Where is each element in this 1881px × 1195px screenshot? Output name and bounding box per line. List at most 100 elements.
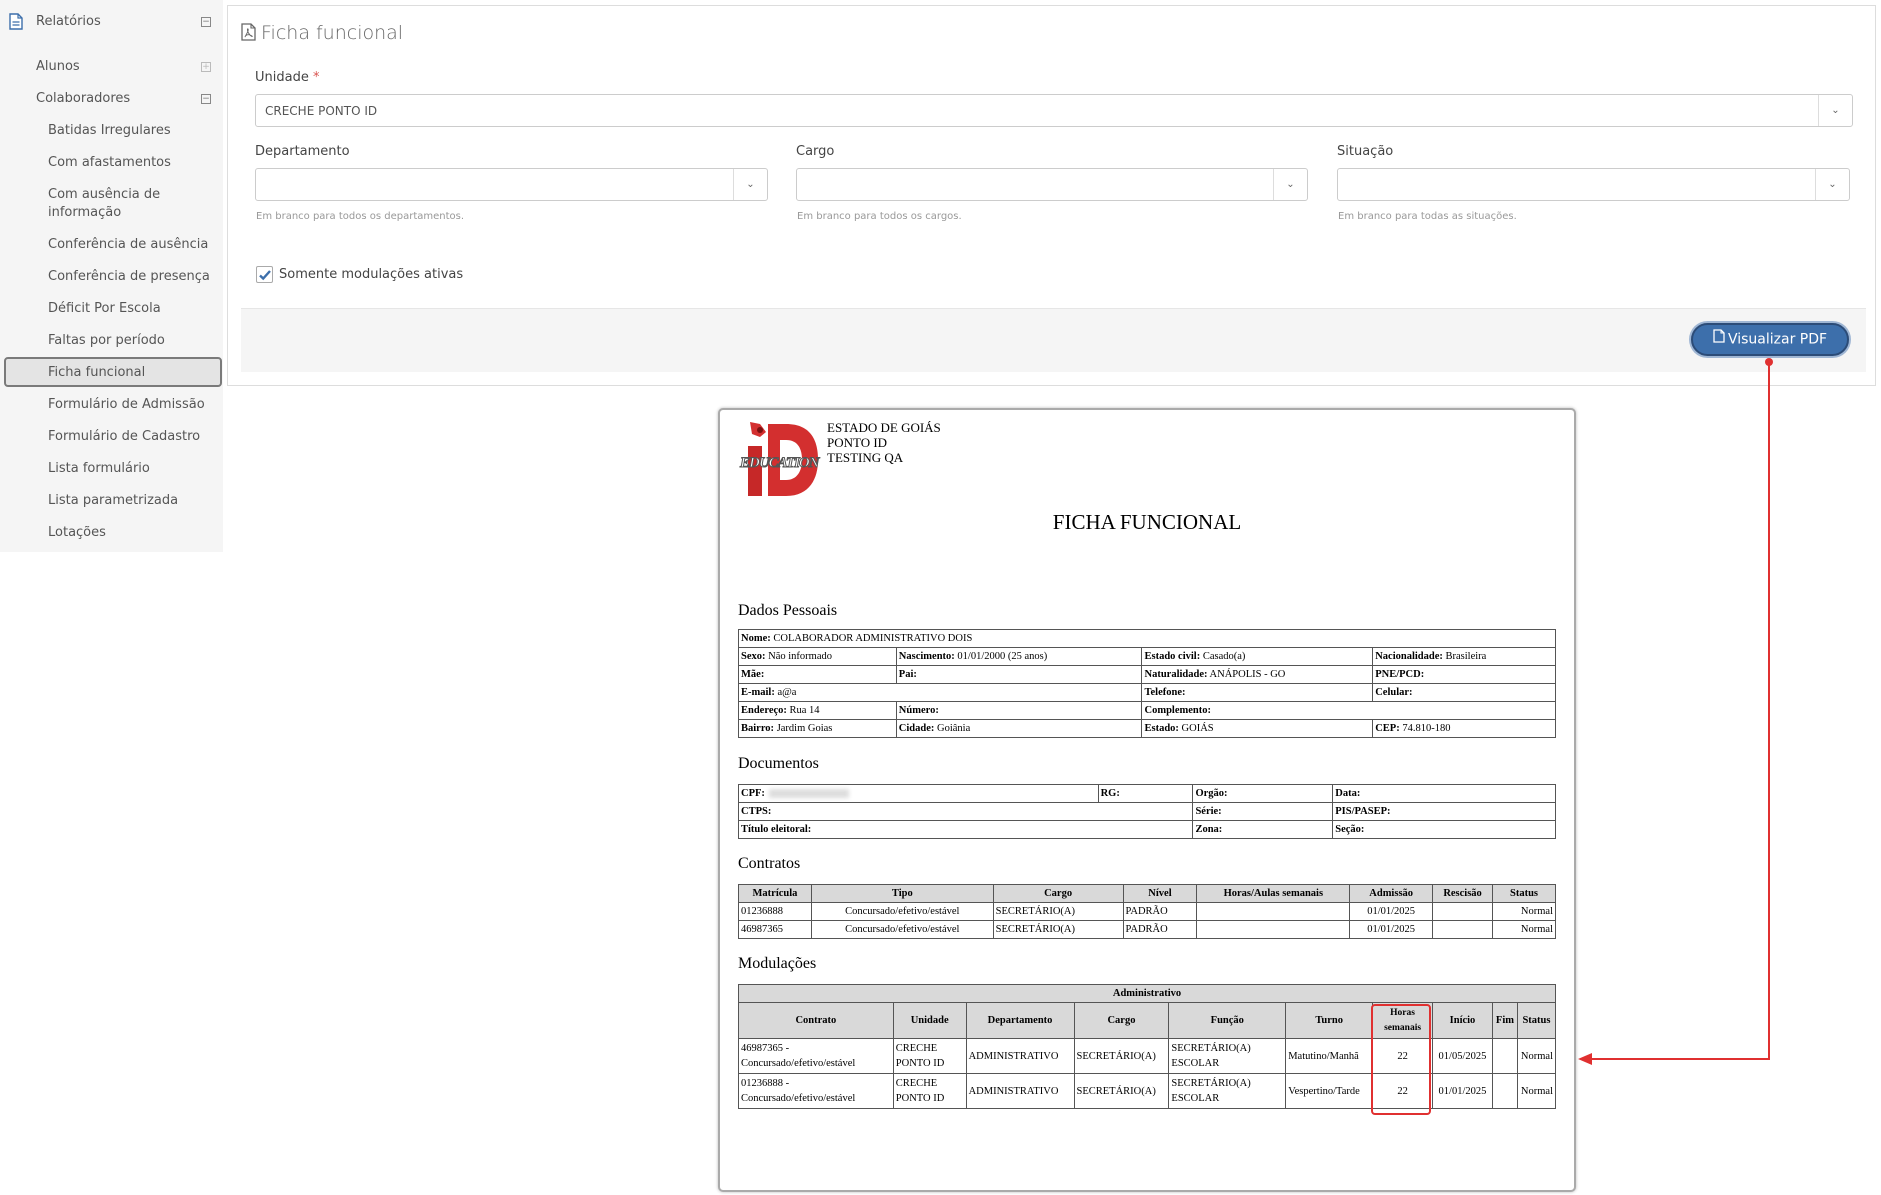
table-cell: SECRETÁRIO(A) [992,920,1124,939]
table-cell [1432,920,1494,939]
sidebar-students[interactable]: Alunos [36,58,80,76]
sidebar-item-afastamentos[interactable]: Com afastamentos [48,154,220,172]
col-header: Cargo [992,884,1124,903]
col-header: Contrato [738,1002,894,1039]
page-title: Ficha funcional [261,22,404,44]
address-label: Endereço: [741,705,787,716]
role-help: Em branco para todos os cargos. [797,211,962,222]
zip-value: 74.810-180 [1402,723,1451,734]
nationality-label: Nacionalidade: [1375,651,1443,662]
sidebar-item-conferencia-ausencia[interactable]: Conferência de ausência [48,236,220,254]
table-cell [1196,920,1351,939]
table-cell: 01/01/2025 [1349,920,1434,939]
expand-icon[interactable]: + [201,62,211,72]
section-contracts: Contratos [738,855,801,872]
collapse-icon[interactable]: − [201,94,211,104]
sidebar-item-lista-formulario[interactable]: Lista formulário [48,460,220,478]
sidebar-item-faltas[interactable]: Faltas por período [48,332,220,350]
table-cell [1491,1038,1518,1074]
report-file-icon [9,13,23,34]
number-label: Número: [898,705,939,716]
cpf-redacted [768,789,849,799]
col-header: Status [1492,884,1556,903]
chevron-down-icon[interactable]: ⌄ [1273,169,1307,200]
sidebar-item-batidas[interactable]: Batidas Irregulares [48,122,220,140]
chevron-down-icon[interactable]: ⌄ [1818,95,1852,126]
name-value: COLABORADOR ADMINISTRATIVO DOIS [773,633,973,644]
marital-label: Estado civil: [1144,651,1201,662]
sidebar-reports[interactable]: Relatórios [36,13,101,31]
col-header: Horas/Aulas semanais [1196,884,1351,903]
header-env: TESTING QA [827,450,904,465]
email-value: a@a [777,687,797,698]
annotation-line-horizontal [1588,1058,1770,1060]
logo-text: EDUCATION [740,455,821,472]
city-value: Goiânia [937,723,971,734]
sidebar-item-deficit[interactable]: Déficit Por Escola [48,300,220,318]
personal-data-table: Nome: COLABORADOR ADMINISTRATIVO DOIS Se… [737,629,1556,738]
col-header: Admissão [1349,884,1434,903]
collapse-icon[interactable]: − [201,17,211,27]
sidebar-item-conferencia-presenca[interactable]: Conferência de presença [48,268,220,286]
table-cell: Normal [1516,1038,1557,1074]
table-cell: 46987365 [738,920,812,939]
sidebar-item-ausencia-informacao[interactable]: Com ausência de informação [48,186,178,222]
table-cell [1196,902,1351,921]
unit-select[interactable]: CRECHE PONTO ID ⌄ [255,94,1853,127]
table-row: 46987365 - Concursado/efetivo/estável CR… [738,1038,1557,1074]
phone-label: Telefone: [1144,687,1186,698]
sidebar-item-formulario-cadastro[interactable]: Formulário de Cadastro [48,428,220,446]
chevron-down-icon[interactable]: ⌄ [733,169,767,200]
issuer-label: Orgão: [1195,788,1228,799]
birthplace-label: Naturalidade: [1144,669,1208,680]
col-header: Início [1432,1002,1493,1039]
table-row: 01236888 - Concursado/efetivo/estável CR… [738,1073,1557,1109]
sidebar-item-lotacoes[interactable]: Lotações [48,524,220,542]
sex-label: Sexo: [741,651,766,662]
document-title: FICHA FUNCIONAL [1052,510,1242,534]
panel-footer [241,308,1866,372]
contracts-table: Matrícula Tipo Cargo Nível Horas/Aulas s… [738,884,1556,939]
complement-label: Complemento: [1144,705,1211,716]
sidebar-item-formulario-admissao[interactable]: Formulário de Admissão [48,396,220,414]
table-cell: Matutino/Manhã [1285,1038,1374,1074]
active-modulations-label: Somente modulações ativas [279,267,464,282]
table-cell: ADMINISTRATIVO [965,1073,1075,1109]
pis-label: PIS/PASEP: [1335,806,1391,817]
annotation-line-vertical [1768,362,1770,1060]
table-cell: SECRETÁRIO(A) ESCOLAR [1168,1073,1287,1109]
status-label: Situação [1337,144,1394,159]
documents-table: CPF: RG: Orgão: Data: CTPS: Série: PIS/P… [737,784,1556,839]
department-help: Em branco para todos os departamentos. [256,211,465,222]
col-header: Função [1168,1002,1287,1039]
status-help: Em branco para todas as situações. [1338,211,1517,222]
series-label: Série: [1195,806,1222,817]
role-select[interactable]: ⌄ [796,168,1308,201]
status-select[interactable]: ⌄ [1337,168,1850,201]
table-cell: PADRÃO [1122,902,1198,921]
chevron-down-icon[interactable]: ⌄ [1815,169,1849,200]
sidebar-item-ficha-funcional[interactable]: Ficha funcional [48,364,220,382]
unit-label: Unidade * [255,70,319,85]
table-cell: 46987365 - Concursado/efetivo/estável [738,1038,894,1074]
name-label: Nome: [741,633,771,644]
sidebar-collaborators[interactable]: Colaboradores [36,90,130,108]
table-cell: 01/01/2025 [1349,902,1434,921]
modulation-group: Administrativo [738,984,1556,1003]
sidebar-item-lista-parametrizada[interactable]: Lista parametrizada [48,492,220,510]
department-select[interactable]: ⌄ [255,168,768,201]
table-cell: PADRÃO [1122,920,1198,939]
active-modulations-checkbox[interactable] [256,266,273,283]
birth-value: 01/01/2000 (25 anos) [957,651,1048,662]
col-header: Matrícula [738,884,812,903]
unit-label-text: Unidade [255,70,309,85]
table-cell: 01236888 [738,902,812,921]
zip-label: CEP: [1375,723,1400,734]
section-documents: Documentos [738,755,819,772]
role-label: Cargo [796,144,835,159]
nationality-value: Brasileira [1445,651,1487,662]
table-cell: ADMINISTRATIVO [965,1038,1075,1074]
unit-select-value: CRECHE PONTO ID [265,104,378,118]
view-pdf-button[interactable]: Visualizar PDF [1691,323,1849,356]
col-header: Status [1516,1002,1557,1039]
